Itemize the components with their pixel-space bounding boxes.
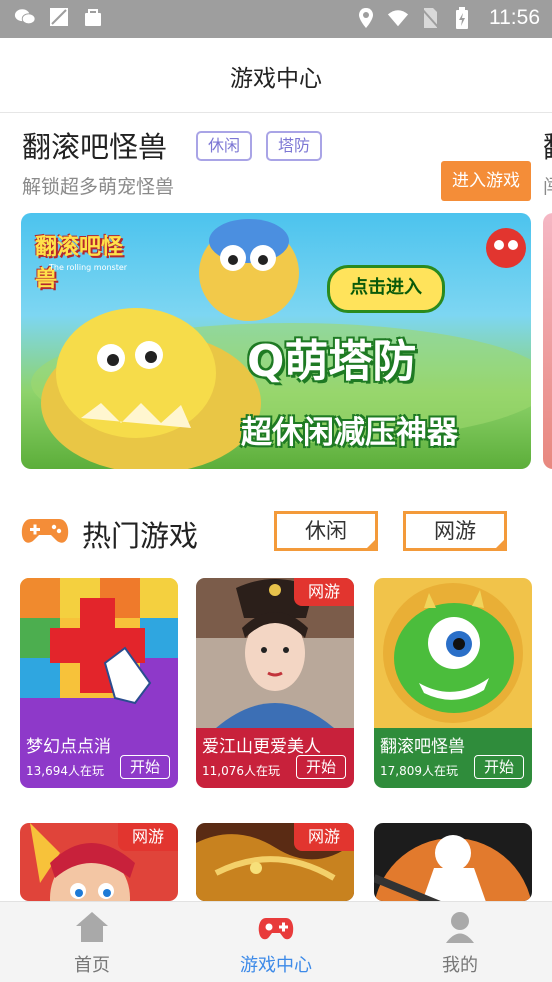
image-notification-icon xyxy=(48,6,70,28)
online-badge: 网游 xyxy=(118,823,178,851)
tab-profile-label: 我的 xyxy=(442,955,478,976)
tag-tower-defense: 塔防 xyxy=(266,131,323,161)
wechat-icon xyxy=(14,6,36,28)
featured-game-title: 翻滚吧怪兽 xyxy=(22,130,168,164)
game-art-monster xyxy=(374,578,532,728)
banner-headline: Q萌塔防 xyxy=(247,336,417,387)
filter-casual[interactable]: 休闲 xyxy=(274,511,378,551)
tab-home[interactable]: 首页 xyxy=(0,902,184,982)
start-button[interactable]: 开始 xyxy=(296,755,346,779)
next-banner-peek[interactable] xyxy=(543,213,552,469)
gamepad-icon xyxy=(258,910,294,944)
game-name: 翻滚吧怪兽 xyxy=(380,737,465,757)
filter-online[interactable]: 网游 xyxy=(403,511,507,551)
featured-game-subtitle: 解锁超多萌宠怪兽 xyxy=(22,176,175,198)
game-name: 爱江山更爱美人 xyxy=(202,737,321,757)
hot-games-title: 热门游戏 xyxy=(82,519,199,553)
battery-icon xyxy=(451,7,473,29)
enter-game-button[interactable]: 进入游戏 xyxy=(441,161,531,201)
game-players: 17,809人在玩 xyxy=(380,764,458,778)
game-card[interactable]: 网游 爱江山更爱美人 11,076人在玩 开始 xyxy=(196,578,354,788)
online-badge: 网游 xyxy=(294,578,354,606)
banner-tagline: 超休闲减压神器 xyxy=(241,415,458,451)
banner-enter-button[interactable]: 点击进入 xyxy=(327,265,445,313)
game-card-footer: 爱江山更爱美人 11,076人在玩 开始 xyxy=(196,728,354,788)
tab-game-center[interactable]: 游戏中心 xyxy=(184,902,368,982)
game-card-footer: 梦幻点点消 13,694人在玩 开始 xyxy=(20,728,178,788)
tab-profile[interactable]: 我的 xyxy=(368,902,552,982)
game-players: 13,694人在玩 xyxy=(26,764,104,778)
shopping-bag-icon xyxy=(82,6,104,28)
game-card[interactable] xyxy=(374,823,532,901)
tab-game-center-label: 游戏中心 xyxy=(240,955,312,976)
game-card[interactable]: 梦幻点点消 13,694人在玩 开始 xyxy=(20,578,178,788)
wifi-icon xyxy=(387,7,409,29)
next-featured-title-peek: 翻 xyxy=(543,124,552,166)
start-button[interactable]: 开始 xyxy=(474,755,524,779)
location-icon xyxy=(355,7,377,29)
status-bar: 11:56 xyxy=(0,0,552,38)
game-card-footer: 翻滚吧怪兽 17,809人在玩 开始 xyxy=(374,728,532,788)
game-art-match3 xyxy=(20,578,178,728)
gamepad-icon xyxy=(21,515,69,551)
next-featured-subtitle-peek: 闯 xyxy=(543,172,552,199)
game-players: 11,076人在玩 xyxy=(202,764,280,778)
home-icon xyxy=(74,910,110,944)
start-button[interactable]: 开始 xyxy=(120,755,170,779)
featured-banner[interactable]: 翻滚吧怪兽 The rolling monster 点击进入 Q萌塔防 超休闲减… xyxy=(21,213,531,469)
game-name: 梦幻点点消 xyxy=(26,737,111,757)
online-badge: 网游 xyxy=(294,823,354,851)
tab-home-label: 首页 xyxy=(74,955,110,976)
game-card[interactable]: 翻滚吧怪兽 17,809人在玩 开始 xyxy=(374,578,532,788)
status-time: 11:56 xyxy=(489,6,540,29)
bottom-tab-bar: 首页 游戏中心 我的 xyxy=(0,901,552,982)
game-card[interactable]: 网游 xyxy=(196,823,354,901)
game-art-shooter xyxy=(374,823,532,901)
profile-icon xyxy=(442,910,478,944)
hot-games-header: 热门游戏 休闲 网游 xyxy=(21,505,531,555)
page-title: 游戏中心 xyxy=(230,66,322,92)
title-bar: 游戏中心 xyxy=(0,38,552,113)
tag-casual: 休闲 xyxy=(196,131,253,161)
game-card[interactable]: 网游 xyxy=(20,823,178,901)
banner-logo: 翻滚吧怪兽 The rolling monster xyxy=(35,235,128,292)
no-sim-icon xyxy=(419,7,441,29)
